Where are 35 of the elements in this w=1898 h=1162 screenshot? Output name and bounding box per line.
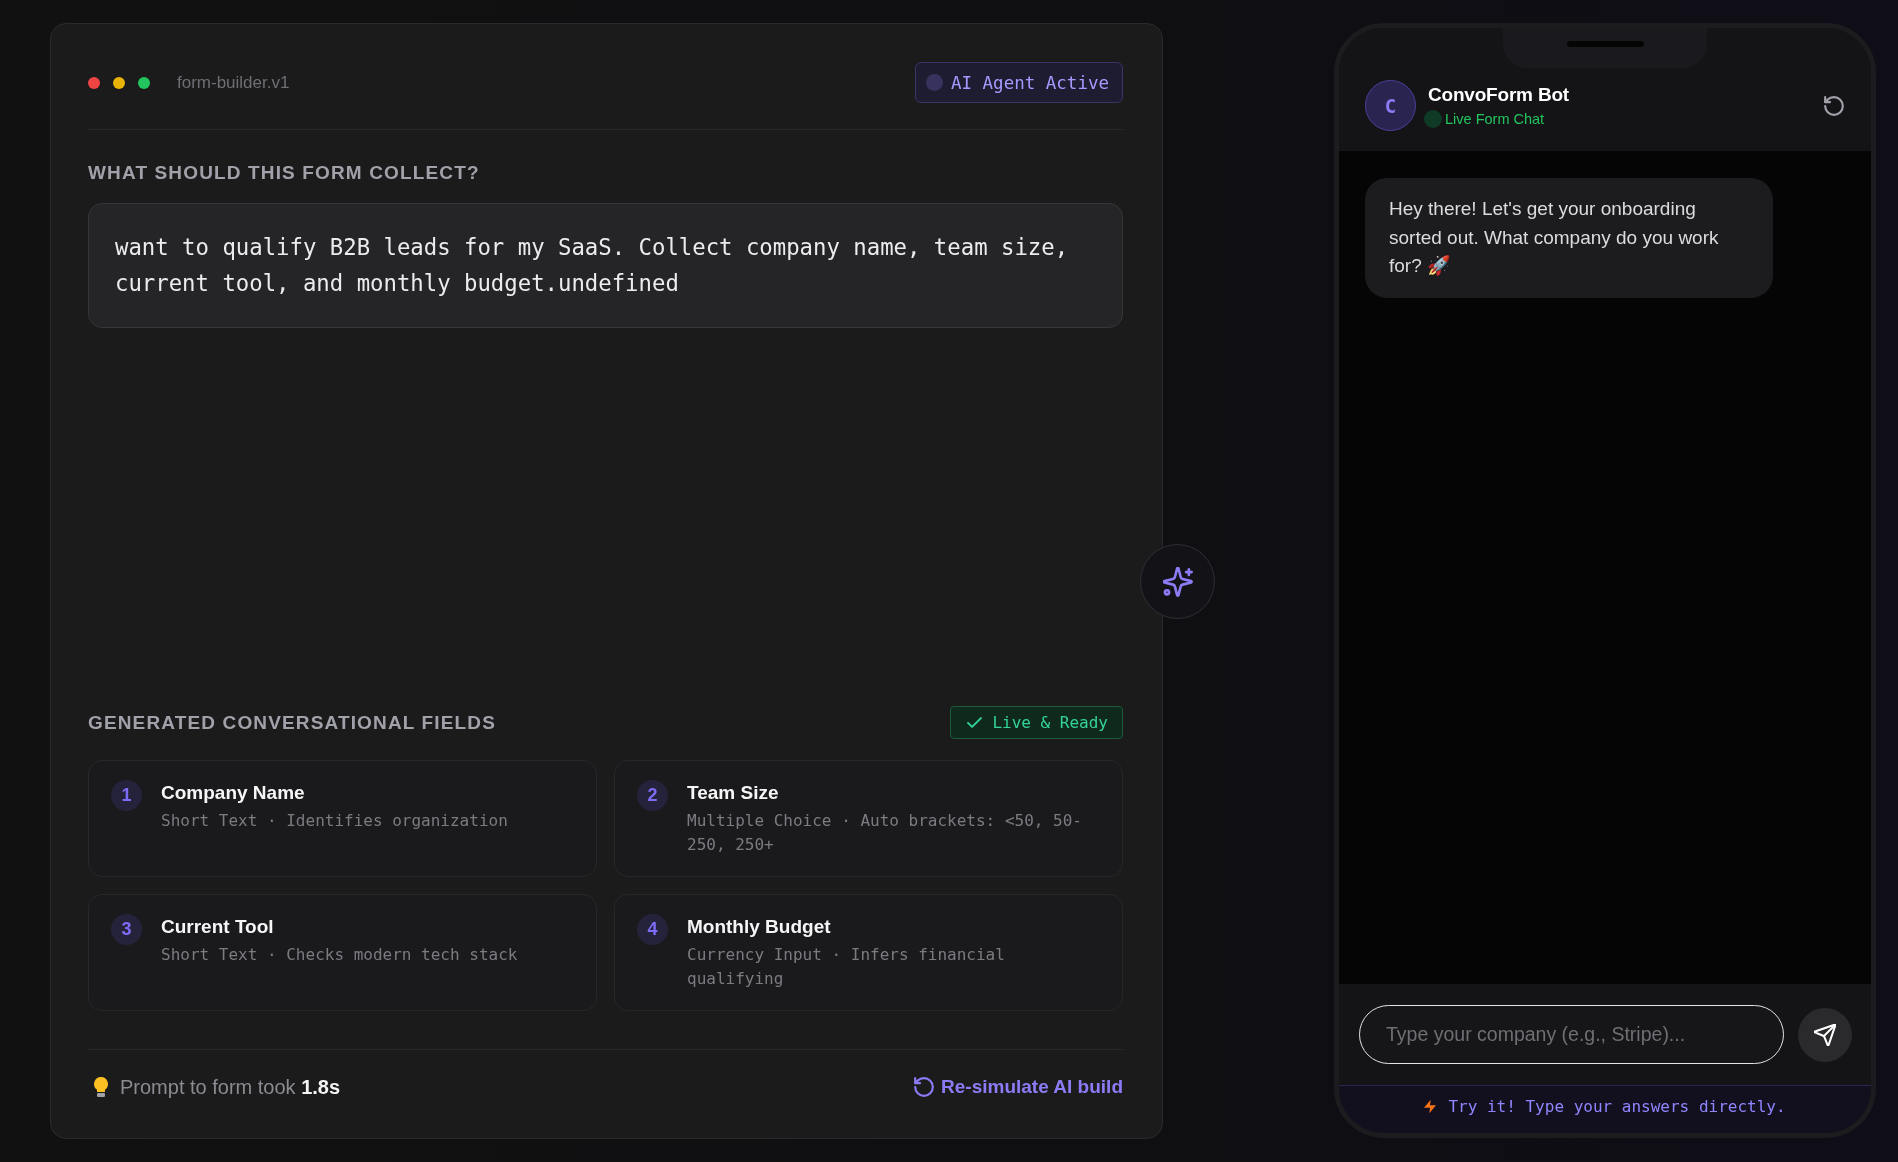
status-dot-icon: [1424, 109, 1442, 128]
resimulate-link[interactable]: Re-simulate AI build: [914, 1076, 1123, 1098]
step-number: 2: [637, 780, 668, 811]
status-dot-icon: [925, 74, 943, 91]
send-icon: [1814, 1023, 1836, 1046]
agent-status-text: AI Agent Active: [950, 72, 1109, 93]
chat-input[interactable]: Type your company (e.g., Stripe)...: [1359, 1005, 1784, 1064]
check-icon: [967, 717, 983, 728]
field-meta: Currency Input · Infers financial qualifying: [687, 944, 1006, 990]
chat-bubble: Hey there! Let's get your onboarding sorted out. What company do you work for? 🚀: [1365, 178, 1773, 298]
live-status-text: Live & Ready: [992, 713, 1108, 732]
window-title: form-builder.v1: [177, 72, 290, 93]
lightbulb-icon: [94, 1077, 108, 1097]
lightning-icon: [1424, 1098, 1437, 1115]
field-meta: Multiple Choice · Auto brackets: <50, 50-250, 250+: [687, 810, 1083, 856]
field-name: Company Name: [161, 781, 306, 805]
sparkle-icon: [1162, 566, 1193, 597]
hint-text: Try it! Type your answers directly.: [1448, 1097, 1786, 1116]
prompt-label: WHAT SHOULD THIS FORM COLLECT?: [88, 162, 481, 184]
field-name: Current Tool: [161, 915, 275, 939]
refresh-icon[interactable]: [1824, 95, 1844, 116]
field-name: Team Size: [687, 781, 780, 805]
field-meta: Short Text · Identifies organization: [161, 810, 509, 832]
bot-avatar: C: [1365, 80, 1416, 131]
bot-name: ConvoForm Bot: [1428, 83, 1569, 106]
prompt-field[interactable]: want to qualify B2B leads for my SaaS. Collect company name, team size, current tool, and monthly budget.undefined: [88, 203, 1123, 328]
field-name: Monthly Budget: [687, 915, 832, 939]
step-number: 4: [637, 914, 668, 945]
footer-note: Prompt to form took 1.8s: [120, 1075, 341, 1099]
step-number: 1: [111, 780, 142, 811]
field-meta: Short Text · Checks modern tech stack: [161, 944, 519, 966]
step-number: 3: [111, 914, 142, 945]
bot-status: Live Form Chat: [1445, 109, 1545, 128]
section-title: GENERATED CONVERSATIONAL FIELDS: [88, 711, 496, 734]
refresh-icon: [914, 1077, 935, 1097]
